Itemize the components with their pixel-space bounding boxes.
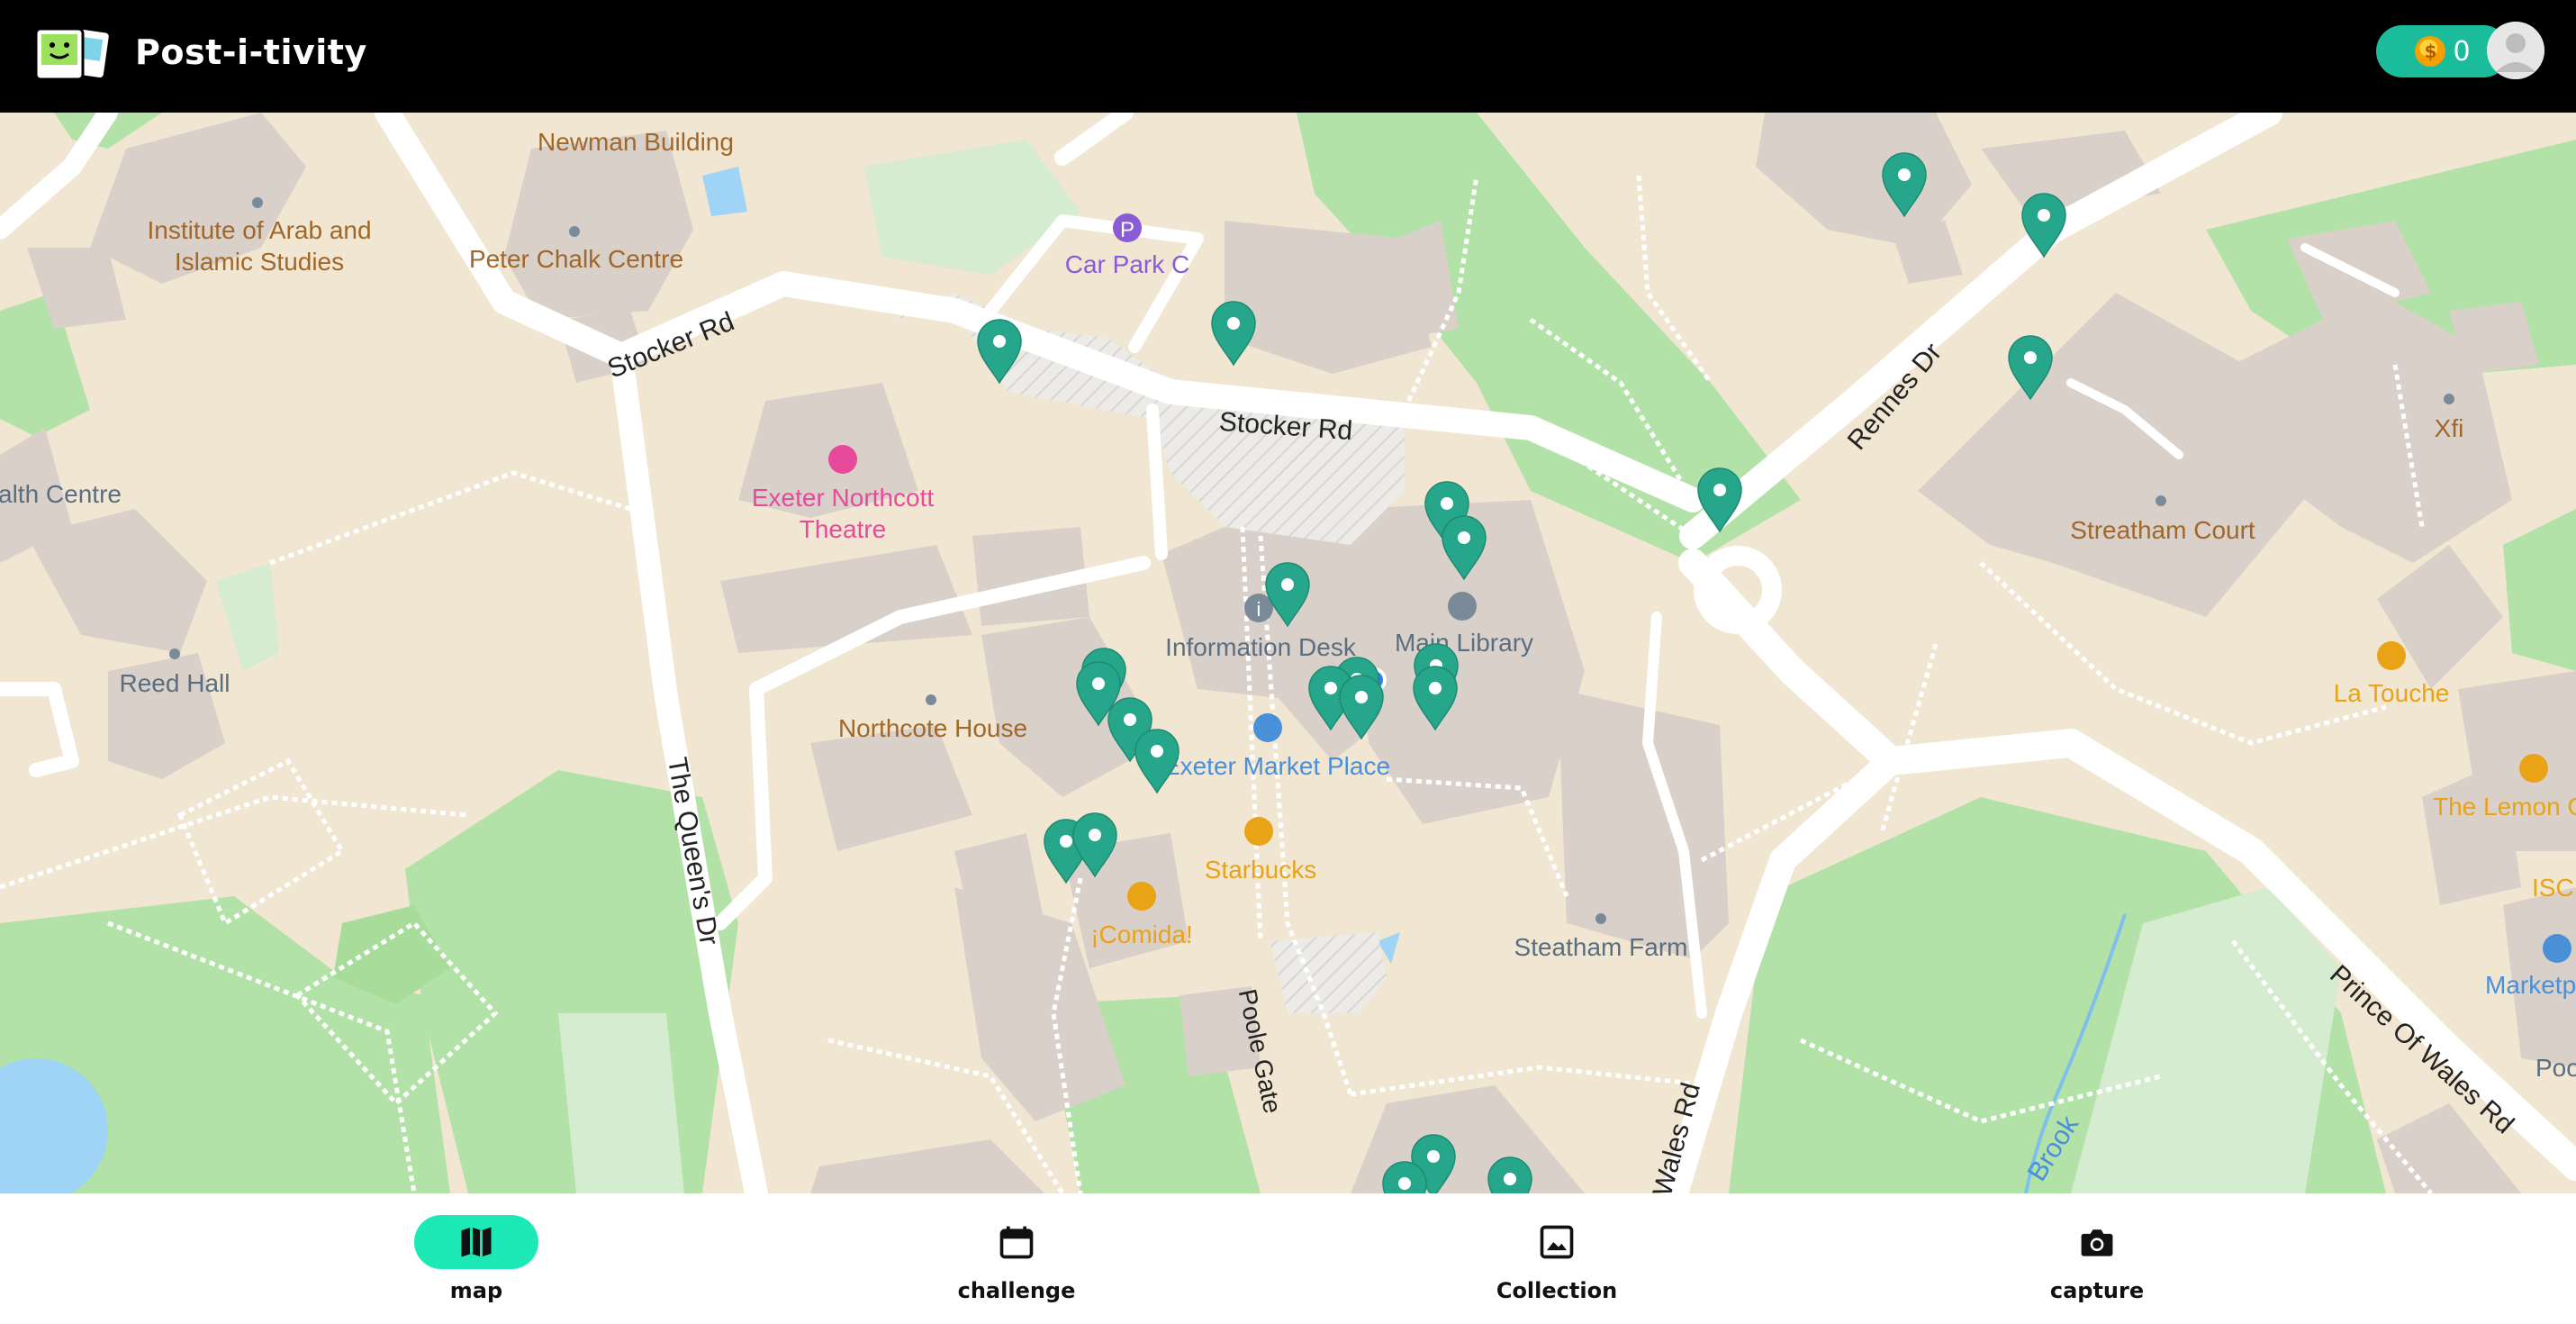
- postcard-smiley-logo[interactable]: [34, 25, 110, 83]
- coin-icon: $: [2415, 36, 2446, 67]
- label-xfi: Xfi: [2435, 414, 2464, 442]
- bottom-navigation: map challenge Collection capture: [0, 1193, 2576, 1324]
- label-the-lemon: The Lemon G: [2433, 793, 2576, 821]
- nav-challenge[interactable]: challenge: [917, 1215, 1116, 1303]
- label-poo: Poo: [2535, 1054, 2576, 1082]
- nav-collection[interactable]: Collection: [1458, 1215, 1656, 1303]
- marketp-icon: [2543, 934, 2571, 963]
- poi-dot-peter-chalk: [569, 226, 580, 237]
- label-starbucks: Starbucks: [1205, 856, 1317, 884]
- car-park-glyph: P: [1120, 218, 1134, 242]
- label-exeter-northcott-2: Theatre: [800, 515, 887, 543]
- poi-dot-northcote: [926, 694, 936, 705]
- poi-dot-streatham-court: [2156, 495, 2166, 506]
- campus-map[interactable]: Newman Building Institute of Arab and Is…: [0, 113, 2576, 1193]
- label-institute-arab-2: Islamic Studies: [175, 248, 344, 276]
- label-health-centre: alth Centre: [0, 480, 122, 508]
- nav-collection-label: Collection: [1496, 1278, 1618, 1303]
- info-glyph: i: [1257, 598, 1261, 621]
- label-exeter-market-place: Exeter Market Place: [1163, 752, 1390, 780]
- map-canvas[interactable]: Newman Building Institute of Arab and Is…: [0, 113, 2576, 1193]
- nav-challenge-icon-wrap[interactable]: [954, 1215, 1079, 1269]
- nav-capture-label: capture: [2049, 1278, 2145, 1303]
- la-touche-icon: [2377, 641, 2406, 670]
- user-avatar[interactable]: [2487, 22, 2544, 79]
- label-steatham-farm: Steatham Farm: [1514, 933, 1688, 961]
- label-newman-building: Newman Building: [538, 128, 734, 156]
- poi-dot-steatham: [1595, 913, 1606, 924]
- library-icon: [1448, 592, 1477, 621]
- market-icon: [1253, 713, 1282, 742]
- poi-dot-xfi: [2444, 394, 2454, 404]
- app-title: Post-i-tivity: [135, 32, 367, 72]
- camera-icon: [2081, 1229, 2113, 1256]
- label-isc: ISC: [2532, 874, 2574, 902]
- poi-dot-institute: [252, 197, 263, 208]
- label-main-library: Main Library: [1395, 629, 1533, 657]
- nav-map-icon-wrap[interactable]: [414, 1215, 538, 1269]
- image-icon: [1540, 1225, 1574, 1259]
- app-header: Post-i-tivity $ 0: [0, 0, 2576, 113]
- label-peter-chalk: Peter Chalk Centre: [469, 245, 683, 273]
- label-reed-hall: Reed Hall: [120, 669, 230, 697]
- label-car-park: Car Park C: [1065, 250, 1189, 278]
- nav-collection-icon-wrap[interactable]: [1495, 1215, 1619, 1269]
- map-icon: [461, 1227, 492, 1257]
- nav-capture-icon-wrap[interactable]: [2035, 1215, 2159, 1269]
- label-comida: ¡Comida!: [1090, 920, 1193, 948]
- avatar-icon: [2487, 22, 2544, 79]
- theatre-icon: [828, 445, 857, 474]
- nav-capture[interactable]: capture: [1998, 1215, 2196, 1303]
- poi-dot-reed-hall: [169, 648, 180, 659]
- calendar-icon: [999, 1226, 1034, 1259]
- label-marketp: Marketp: [2485, 971, 2576, 999]
- nav-challenge-label: challenge: [957, 1278, 1076, 1303]
- label-la-touche: La Touche: [2334, 679, 2450, 707]
- label-exeter-northcott-1: Exeter Northcott: [752, 484, 935, 512]
- starbucks-icon: [1244, 817, 1273, 846]
- label-institute-arab-1: Institute of Arab and: [147, 216, 371, 244]
- nav-map[interactable]: map: [377, 1215, 575, 1303]
- label-northcote-house: Northcote House: [838, 714, 1027, 742]
- lemon-icon: [2519, 754, 2548, 783]
- label-information-desk: Information Desk: [1165, 633, 1357, 661]
- map-marker-pin[interactable]: [1487, 1156, 1532, 1193]
- nav-map-label: map: [449, 1278, 503, 1303]
- label-streatham-court: Streatham Court: [2070, 516, 2255, 544]
- coin-count: 0: [2453, 35, 2471, 68]
- comida-icon: [1127, 882, 1156, 911]
